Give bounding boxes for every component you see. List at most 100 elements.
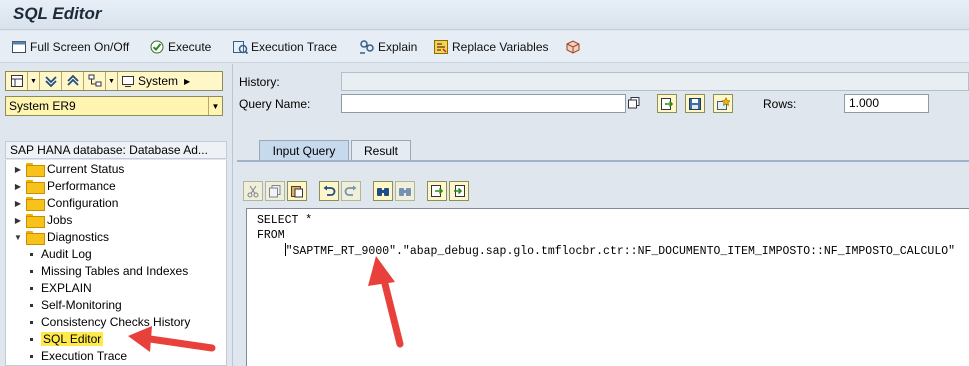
replace-variables-button[interactable]: Replace Variables <box>433 38 549 56</box>
window-title: SQL Editor <box>13 4 102 23</box>
tree-folder[interactable]: ▶ Performance <box>14 178 116 194</box>
hierarchy-icon <box>88 74 101 87</box>
execute-label: Execute <box>168 40 212 54</box>
system-select-dropdown[interactable]: ▼ <box>208 97 222 115</box>
load-query-button[interactable] <box>657 94 677 113</box>
sql-editor[interactable]: SELECT * FROM "SAPTMF_RT_9000"."abap_deb… <box>246 208 969 366</box>
tree-leaf[interactable]: Consistency Checks History <box>28 314 190 330</box>
collapsed-arrow-icon[interactable]: ▶ <box>14 165 22 174</box>
rows-label: Rows: <box>763 97 797 111</box>
explain-label: Explain <box>378 40 418 54</box>
redo-icon <box>344 185 357 196</box>
find-button[interactable] <box>373 181 393 201</box>
system-select-value: System ER9 <box>9 99 76 113</box>
expanded-arrow-icon[interactable]: ▼ <box>14 233 22 242</box>
tree-item-label: Configuration <box>47 196 119 210</box>
expand-all-button[interactable] <box>40 72 62 90</box>
tree-folder[interactable]: ▶ Jobs <box>14 212 72 228</box>
binoculars-icon <box>377 188 389 196</box>
hierarchy-button[interactable] <box>84 72 106 90</box>
layout-button[interactable] <box>6 72 28 90</box>
upload-button[interactable] <box>427 181 447 201</box>
chevron-right-icon: ▶ <box>184 76 191 86</box>
copy-icon <box>269 185 281 198</box>
hierarchy-dropdown[interactable]: ▼ <box>106 72 118 90</box>
chevron-down-icon: ▼ <box>211 101 220 111</box>
bullet-icon <box>30 269 33 273</box>
system-button-label: System <box>138 74 179 88</box>
navigation-tree: ▶ Current Status ▶ Performance ▶ Configuratio… <box>5 160 227 366</box>
load-icon <box>661 97 674 110</box>
explain-icon <box>360 40 374 54</box>
tree-leaf[interactable]: Missing Tables and Indexes <box>28 263 188 279</box>
tab-input-query[interactable]: Input Query <box>259 140 349 161</box>
save-query-button[interactable] <box>685 94 705 113</box>
copy-query-name-button[interactable] <box>627 96 641 110</box>
download-button[interactable] <box>449 181 469 201</box>
collapsed-arrow-icon[interactable]: ▶ <box>14 216 22 225</box>
import-icon <box>431 185 444 197</box>
folder-icon <box>26 197 45 211</box>
cube-icon <box>566 40 580 54</box>
tree-item-label: Execution Trace <box>41 349 128 363</box>
system-icon <box>122 76 134 87</box>
export-icon <box>454 185 465 197</box>
bullet-icon <box>30 320 33 324</box>
layout-dropdown[interactable]: ▼ <box>28 72 40 90</box>
full-screen-button[interactable]: Full Screen On/Off <box>11 38 129 56</box>
expand-down-icon <box>44 76 57 88</box>
bullet-icon <box>30 252 33 256</box>
save-icon <box>689 97 701 110</box>
tree-item-label: EXPLAIN <box>41 281 92 295</box>
collapsed-arrow-icon[interactable]: ▶ <box>14 199 22 208</box>
more-button[interactable] <box>565 38 581 56</box>
bullet-icon <box>30 337 33 341</box>
paste-button[interactable] <box>287 181 307 201</box>
tree-folder[interactable]: ▶ Current Status <box>14 161 124 177</box>
replace-variables-icon <box>434 40 448 54</box>
bullet-icon <box>30 303 33 307</box>
explain-button[interactable]: Explain <box>359 38 417 56</box>
rows-input[interactable]: 1.000 <box>844 94 929 113</box>
tree-item-label: Current Status <box>47 162 125 176</box>
tree-leaf[interactable]: SQL Editor <box>28 331 104 347</box>
execution-trace-button[interactable]: Execution Trace <box>232 38 337 56</box>
history-field[interactable] <box>341 72 969 91</box>
tab-result[interactable]: Result <box>351 140 411 161</box>
redo-button[interactable] <box>341 181 361 201</box>
navigation-pane: ▼ ▼ System ▶ System ER9 ▼ SAP HANA datab… <box>0 64 233 366</box>
navigation-toolbar: ▼ ▼ System ▶ <box>5 71 223 91</box>
collapse-all-button[interactable] <box>62 72 84 90</box>
full-screen-label: Full Screen On/Off <box>30 40 130 54</box>
execute-button[interactable]: Execute <box>149 38 211 56</box>
tree-item-label: Audit Log <box>41 247 92 261</box>
tree-leaf[interactable]: Self-Monitoring <box>28 297 122 313</box>
system-button[interactable]: System ▶ <box>118 72 193 90</box>
execution-trace-icon <box>233 41 248 55</box>
tree-item-label: SQL Editor <box>41 332 104 346</box>
tree-leaf[interactable]: EXPLAIN <box>28 280 92 296</box>
scissors-icon <box>247 185 259 198</box>
find-next-button[interactable] <box>395 181 415 201</box>
copy-button[interactable] <box>265 181 285 201</box>
history-label: History: <box>239 75 280 89</box>
tree-leaf[interactable]: Execution Trace <box>28 348 127 364</box>
tree-leaf[interactable]: Audit Log <box>28 246 92 262</box>
undo-button[interactable] <box>319 181 339 201</box>
favorite-query-button[interactable] <box>713 94 733 113</box>
sql-line-3: "SAPTMF_RT_9000"."abap_debug.sap.glo.tmf… <box>285 245 956 258</box>
query-name-label: Query Name: <box>239 97 311 111</box>
tree-item-label: Performance <box>47 179 116 193</box>
tree-folder[interactable]: ▶ Configuration <box>14 195 118 211</box>
tree-folder[interactable]: ▼ Diagnostics <box>14 229 109 245</box>
binoculars-next-icon <box>399 188 411 196</box>
query-name-input[interactable] <box>341 94 626 113</box>
execution-trace-label: Execution Trace <box>251 40 338 54</box>
sql-line-2: FROM <box>257 229 285 242</box>
cut-button[interactable] <box>243 181 263 201</box>
replace-variables-label: Replace Variables <box>452 40 549 54</box>
title-bar: SQL Editor <box>0 0 969 30</box>
system-select[interactable]: System ER9 ▼ <box>5 96 223 116</box>
collapsed-arrow-icon[interactable]: ▶ <box>14 182 22 191</box>
full-screen-icon <box>12 41 26 53</box>
